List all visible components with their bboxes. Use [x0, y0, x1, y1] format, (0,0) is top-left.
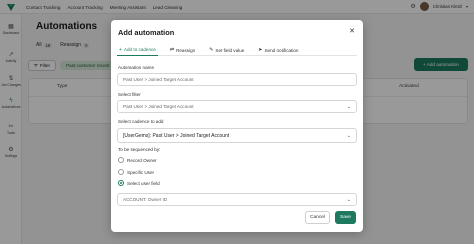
tab-label: Add to cadence — [123, 47, 156, 52]
radio-button[interactable] — [118, 169, 124, 175]
radio-label: Select user field — [127, 180, 160, 186]
select-cadence-label: Select cadence to add — [118, 119, 164, 124]
radio-button[interactable] — [118, 157, 124, 163]
save-button[interactable]: Save — [335, 211, 356, 224]
close-icon[interactable]: ✕ — [349, 28, 355, 35]
select-filter-label: Select filter — [118, 92, 141, 97]
tab-label: Send notification — [264, 47, 299, 53]
radio-select-user-field[interactable]: Select user field — [118, 180, 160, 186]
chevron-down-icon: ⌄ — [346, 196, 351, 203]
cadence-select[interactable]: [UserGems]: Past User > Joined Target Ac… — [117, 128, 357, 143]
tab-label: Set field value — [215, 47, 245, 53]
tab-set-field-value[interactable]: ✎ Set field value — [207, 44, 246, 56]
filter-select[interactable]: Past User > Joined Target Account ⌄ — [117, 100, 357, 113]
tab-send-notification[interactable]: ➤ Send notification — [256, 44, 300, 56]
radio-specific-user[interactable]: Specific User — [118, 169, 154, 175]
user-field-select-value: ACCOUNT: Owner ID — [123, 197, 168, 202]
user-field-select[interactable]: ACCOUNT: Owner ID ⌄ — [117, 193, 357, 206]
radio-button-selected[interactable] — [118, 180, 124, 186]
pencil-icon: ✎ — [209, 47, 214, 53]
tab-add-to-cadence[interactable]: + Add to cadence — [117, 44, 158, 56]
add-automation-modal: Add automation ✕ + Add to cadence ⇄ Reas… — [111, 20, 363, 232]
radio-label: Record Owner — [127, 157, 157, 163]
automation-name-input[interactable]: Past User > Joined Target Account — [117, 73, 357, 86]
chevron-down-icon: ⌄ — [346, 132, 351, 139]
radio-record-owner[interactable]: Record Owner — [118, 157, 157, 163]
modal-tabs: + Add to cadence ⇄ Reassign ✎ Set field … — [117, 44, 357, 56]
tab-label: Reassign — [176, 47, 196, 53]
send-icon: ➤ — [258, 47, 263, 53]
filter-select-value: Past User > Joined Target Account — [123, 104, 194, 109]
modal-title: Add automation — [118, 28, 175, 37]
reassign-icon: ⇄ — [169, 47, 175, 53]
chevron-down-icon: ⌄ — [346, 103, 351, 110]
automation-name-placeholder: Past User > Joined Target Account — [123, 77, 194, 82]
plus-icon: + — [119, 46, 122, 53]
cadence-select-value: [UserGems]: Past User > Joined Target Ac… — [123, 132, 230, 139]
cancel-button[interactable]: Cancel — [305, 211, 330, 224]
tab-reassign[interactable]: ⇄ Reassign — [168, 44, 197, 56]
radio-label: Specific User — [127, 169, 155, 175]
automation-name-label: Automation name — [118, 65, 155, 70]
sequenced-by-label: To be sequenced by: — [118, 147, 161, 152]
